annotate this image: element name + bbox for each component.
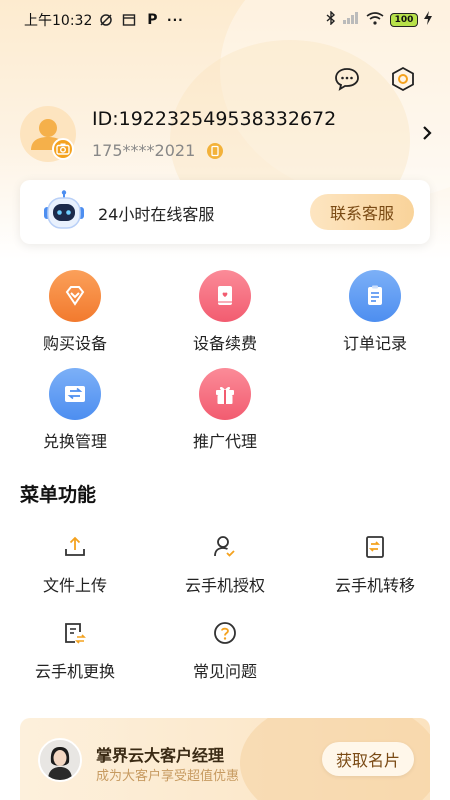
action-label: 设备续费	[192, 334, 257, 353]
diamond-icon	[49, 270, 101, 322]
status-time: 上午10:32	[24, 13, 93, 29]
menu-cloud-phone-transfer[interactable]: 云手机转移	[300, 534, 450, 596]
more-dots-icon: ···	[167, 13, 184, 27]
transfer-icon	[366, 536, 384, 558]
action-label: 购买设备	[42, 334, 107, 353]
battery-indicator: 100	[390, 13, 418, 27]
replace-icon	[65, 623, 86, 644]
get-card-button[interactable]: 获取名片	[322, 742, 414, 776]
menu-label: 文件上传	[42, 576, 107, 595]
question-icon	[214, 622, 236, 644]
signal-icon	[342, 12, 360, 28]
bluetooth-icon	[326, 10, 336, 29]
parking-icon: P	[147, 12, 158, 28]
charging-icon	[424, 11, 432, 29]
user-id: ID:1922325495383326​72	[92, 108, 337, 130]
status-bar: 上午10:32 P ··· 100	[0, 0, 450, 40]
menu-label: 云手机转移	[334, 576, 415, 595]
manager-title: 掌界云大客户经理	[96, 746, 225, 765]
camera-icon	[56, 143, 70, 155]
online-service-card: 24小时在线客服 联系客服	[20, 180, 430, 244]
robot-icon	[42, 190, 86, 232]
action-label: 订单记录	[342, 334, 407, 353]
wifi-icon	[366, 11, 384, 29]
menu-label: 云手机授权	[184, 576, 265, 595]
exchange-icon	[49, 368, 101, 420]
action-promotion-agent[interactable]: 推广代理	[155, 368, 295, 452]
menu-section-title: 菜单功能	[20, 484, 97, 506]
action-exchange-management[interactable]: 兑换管理	[5, 368, 145, 452]
action-device-renewal[interactable]: 设备续费	[155, 270, 295, 354]
hex-gear-icon	[392, 66, 414, 92]
account-manager-banner[interactable]: 掌界云大客户经理 成为大客户享受超值优惠 获取名片	[20, 718, 430, 800]
book-icon	[199, 270, 251, 322]
clipboard-icon	[349, 270, 401, 322]
action-label: 兑换管理	[42, 432, 107, 451]
menu-label: 云手机更换	[34, 662, 115, 681]
profile-chevron-right-icon[interactable]	[420, 124, 434, 142]
settings-button[interactable]	[390, 66, 416, 92]
upload-icon	[65, 536, 85, 556]
manager-subtitle: 成为大客户享受超值优惠	[96, 769, 240, 784]
action-label: 推广代理	[192, 432, 257, 451]
service-text: 24小时在线客服	[98, 205, 215, 224]
action-order-records[interactable]: 订单记录	[305, 270, 445, 354]
calendar-icon	[121, 12, 137, 28]
contact-service-button[interactable]: 联系客服	[310, 194, 414, 230]
menu-cloud-phone-replace[interactable]: 云手机更换	[0, 620, 150, 682]
user-phone: 175****2021	[92, 141, 196, 160]
message-button[interactable]	[334, 66, 360, 92]
menu-label: 常见问题	[192, 662, 257, 681]
menu-faq[interactable]: 常见问题	[150, 620, 300, 682]
menu-file-upload[interactable]: 文件上传	[0, 534, 150, 596]
action-buy-device[interactable]: 购买设备	[5, 270, 145, 354]
sync-off-icon	[98, 12, 114, 28]
phone-badge-icon	[207, 143, 223, 159]
chat-bubble-icon	[335, 68, 359, 91]
menu-cloud-phone-authorization[interactable]: 云手机授权	[150, 534, 300, 596]
user-check-icon	[214, 536, 235, 557]
gift-icon	[199, 368, 251, 420]
manager-avatar	[38, 738, 82, 782]
change-avatar-button[interactable]	[52, 138, 74, 160]
